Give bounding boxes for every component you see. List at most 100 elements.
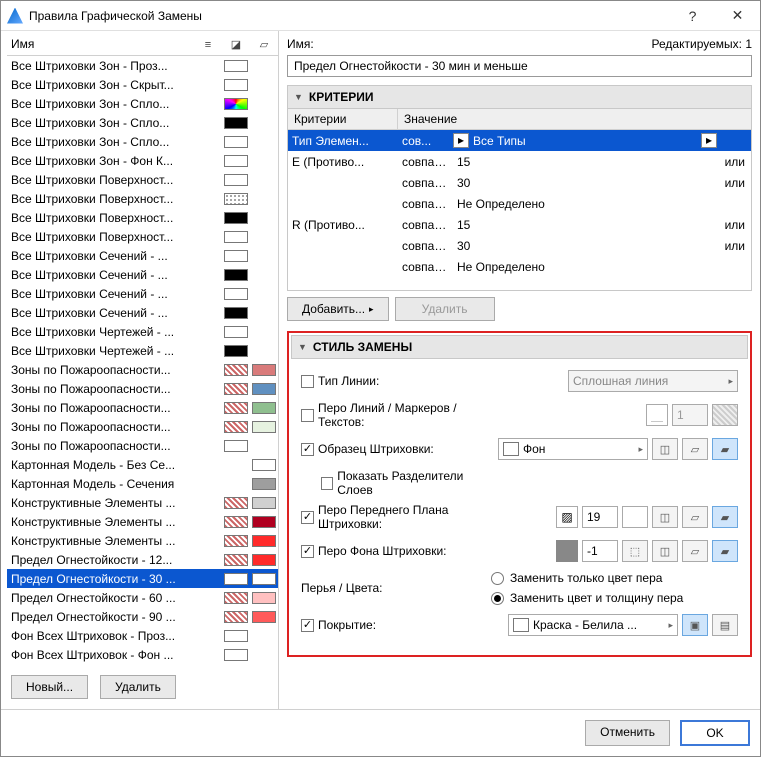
cancel-button[interactable]: Отменить [585,720,670,746]
rule-row[interactable]: Все Штриховки Зон - Спло... [7,113,278,132]
delete-rule-button[interactable]: Удалить [100,675,176,699]
rule-row[interactable]: Все Штриховки Поверхност... [7,208,278,227]
rule-row[interactable]: Предел Огнестойкости - 90 ... [7,607,278,626]
bg-mode-3-button[interactable]: ▰ [712,540,738,562]
criteria-body[interactable]: Тип Элемен...сов...▸Все Типы▸E (Противо.… [288,130,751,290]
rule-row[interactable]: Все Штриховки Сечений - ... [7,284,278,303]
rule-name-input[interactable] [287,55,752,77]
rule-row[interactable]: Все Штриховки Зон - Фон К... [7,151,278,170]
new-rule-button[interactable]: Новый... [11,675,88,699]
show-separators-checkbox[interactable] [321,477,333,490]
surface-label: Покрытие: [318,618,376,632]
rule-name: Все Штриховки Зон - Скрыт... [11,78,194,92]
criteria-row[interactable]: совпад...30или [288,172,751,193]
add-criteria-button[interactable]: Добавить... ▸ [287,297,389,321]
rule-row[interactable]: Картонная Модель - Сечения [7,474,278,493]
rule-row[interactable]: Конструктивные Элементы ... [7,531,278,550]
criteria-col1-header: Критерии [288,109,398,129]
fg-pen-number[interactable] [582,506,618,528]
surface-mode-1-button[interactable]: ▣ [682,614,708,636]
style-header[interactable]: ▼ СТИЛЬ ЗАМЕНЫ [291,335,748,359]
fill-mode-2-button[interactable]: ▱ [682,438,708,460]
rule-row[interactable]: Зоны по Пожароопасности... [7,417,278,436]
line-type-dropdown[interactable]: Сплошная линия ▸ [568,370,738,392]
rule-row[interactable]: Все Штриховки Сечений - ... [7,246,278,265]
swatch [224,402,248,414]
rules-list[interactable]: Все Штриховки Зон - Проз... Все Штриховки… [7,55,278,665]
fill-mode-1-button[interactable]: ◫ [652,438,678,460]
fg-mode-2-button[interactable]: ▱ [682,506,708,528]
replace-color-thickness-radio[interactable] [491,592,504,605]
rule-row[interactable]: Все Штриховки Зон - Проз... [7,56,278,75]
bg-mode-1-button[interactable]: ◫ [652,540,678,562]
pen-lines-checkbox[interactable] [301,409,314,422]
rule-row[interactable]: Все Штриховки Поверхност... [7,170,278,189]
close-button[interactable]: ✕ [715,1,760,31]
surface-dropdown[interactable]: Краска - Белила ... ▸ [508,614,678,636]
rule-row[interactable]: Зоны по Пожароопасности... [7,436,278,455]
line-type-checkbox[interactable] [301,375,314,388]
rule-row[interactable]: Предел Огнестойкости - 30 ... [7,569,278,588]
pen-color-swatch[interactable] [712,404,738,426]
rule-row[interactable]: Все Штриховки Поверхност... [7,227,278,246]
criteria-row[interactable]: совпад...30или [288,235,751,256]
help-button[interactable]: ? [670,1,715,31]
fill-mode-3-button[interactable]: ▰ [712,438,738,460]
criteria-row[interactable]: Тип Элемен...сов...▸Все Типы▸ [288,130,751,151]
rule-row[interactable]: Зоны по Пожароопасности... [7,398,278,417]
criteria-row[interactable]: совпад...Не Определено [288,256,751,277]
pen-lines-label: Перо Линий / Маркеров / Текстов: [318,401,488,429]
rule-row[interactable]: Фон Всех Штриховок - Фон ... [7,645,278,664]
bg-pen-checkbox[interactable] [301,545,314,558]
chevron-right-icon[interactable]: ▸ [453,133,469,148]
rule-row[interactable]: Все Штриховки Чертежей - ... [7,322,278,341]
rule-row[interactable]: Все Штриховки Поверхност... [7,189,278,208]
surface-mode-2-button[interactable]: ▤ [712,614,738,636]
rule-row[interactable]: Конструктивные Элементы ... [7,493,278,512]
rule-row[interactable]: Все Штриховки Зон - Спло... [7,132,278,151]
fill-pattern-dropdown[interactable]: Фон ▸ [498,438,648,460]
rule-row[interactable]: Картонная Модель - Без Се... [7,455,278,474]
rule-row[interactable]: Конструктивные Элементы ... [7,512,278,531]
delete-criteria-button[interactable]: Удалить [395,297,495,321]
bg-pen-solid-icon [556,540,578,562]
swatch [252,459,276,471]
bg-pen-transparent-button[interactable]: ⬚ [622,540,648,562]
rule-row[interactable]: Все Штриховки Сечений - ... [7,265,278,284]
swatch [252,535,276,547]
swatch [224,174,248,186]
window-title: Правила Графической Замены [29,9,670,23]
rule-row[interactable]: Предел Огнестойкости - 60 ... [7,588,278,607]
swatch [224,155,248,167]
criteria-header[interactable]: ▼ КРИТЕРИИ [287,85,752,109]
bg-pen-label: Перо Фона Штриховки: [318,544,446,558]
rule-row[interactable]: Все Штриховки Зон - Спло... [7,94,278,113]
surface-checkbox[interactable] [301,619,314,632]
bg-mode-2-button[interactable]: ▱ [682,540,708,562]
chevron-right-icon: ▸ [728,376,733,387]
rule-row[interactable]: Все Штриховки Чертежей - ... [7,341,278,360]
rule-row[interactable]: Фон Всех Штриховок - Проз... [7,626,278,645]
fg-pen-checkbox[interactable] [301,511,314,524]
replace-color-only-radio[interactable] [491,572,504,585]
ok-button[interactable]: OK [680,720,750,746]
rule-row[interactable]: Все Штриховки Сечений - ... [7,303,278,322]
rule-name: Конструктивные Элементы ... [11,515,194,529]
rule-row[interactable]: Зоны по Пожароопасности... [7,379,278,398]
fg-mode-3-button[interactable]: ▰ [712,506,738,528]
criteria-row[interactable]: E (Противо...совпад...15или [288,151,751,172]
rule-row[interactable]: Предел Огнестойкости - 12... [7,550,278,569]
fg-mode-1-button[interactable]: ◫ [652,506,678,528]
bg-pen-number[interactable] [582,540,618,562]
rule-row[interactable]: Все Штриховки Зон - Скрыт... [7,75,278,94]
rule-row[interactable]: Зоны по Пожароопасности... [7,360,278,379]
fill-pattern-checkbox[interactable] [301,443,314,456]
chevron-right-icon: ▸ [638,444,643,455]
chevron-right-icon[interactable]: ▸ [701,133,717,148]
fg-pen-color-swatch[interactable] [622,506,648,528]
rule-name: Предел Огнестойкости - 90 ... [11,610,194,624]
pen-lines-number[interactable] [672,404,708,426]
swatch [224,193,248,205]
criteria-row[interactable]: совпад...Не Определено [288,193,751,214]
criteria-row[interactable]: R (Противо...совпад...15или [288,214,751,235]
